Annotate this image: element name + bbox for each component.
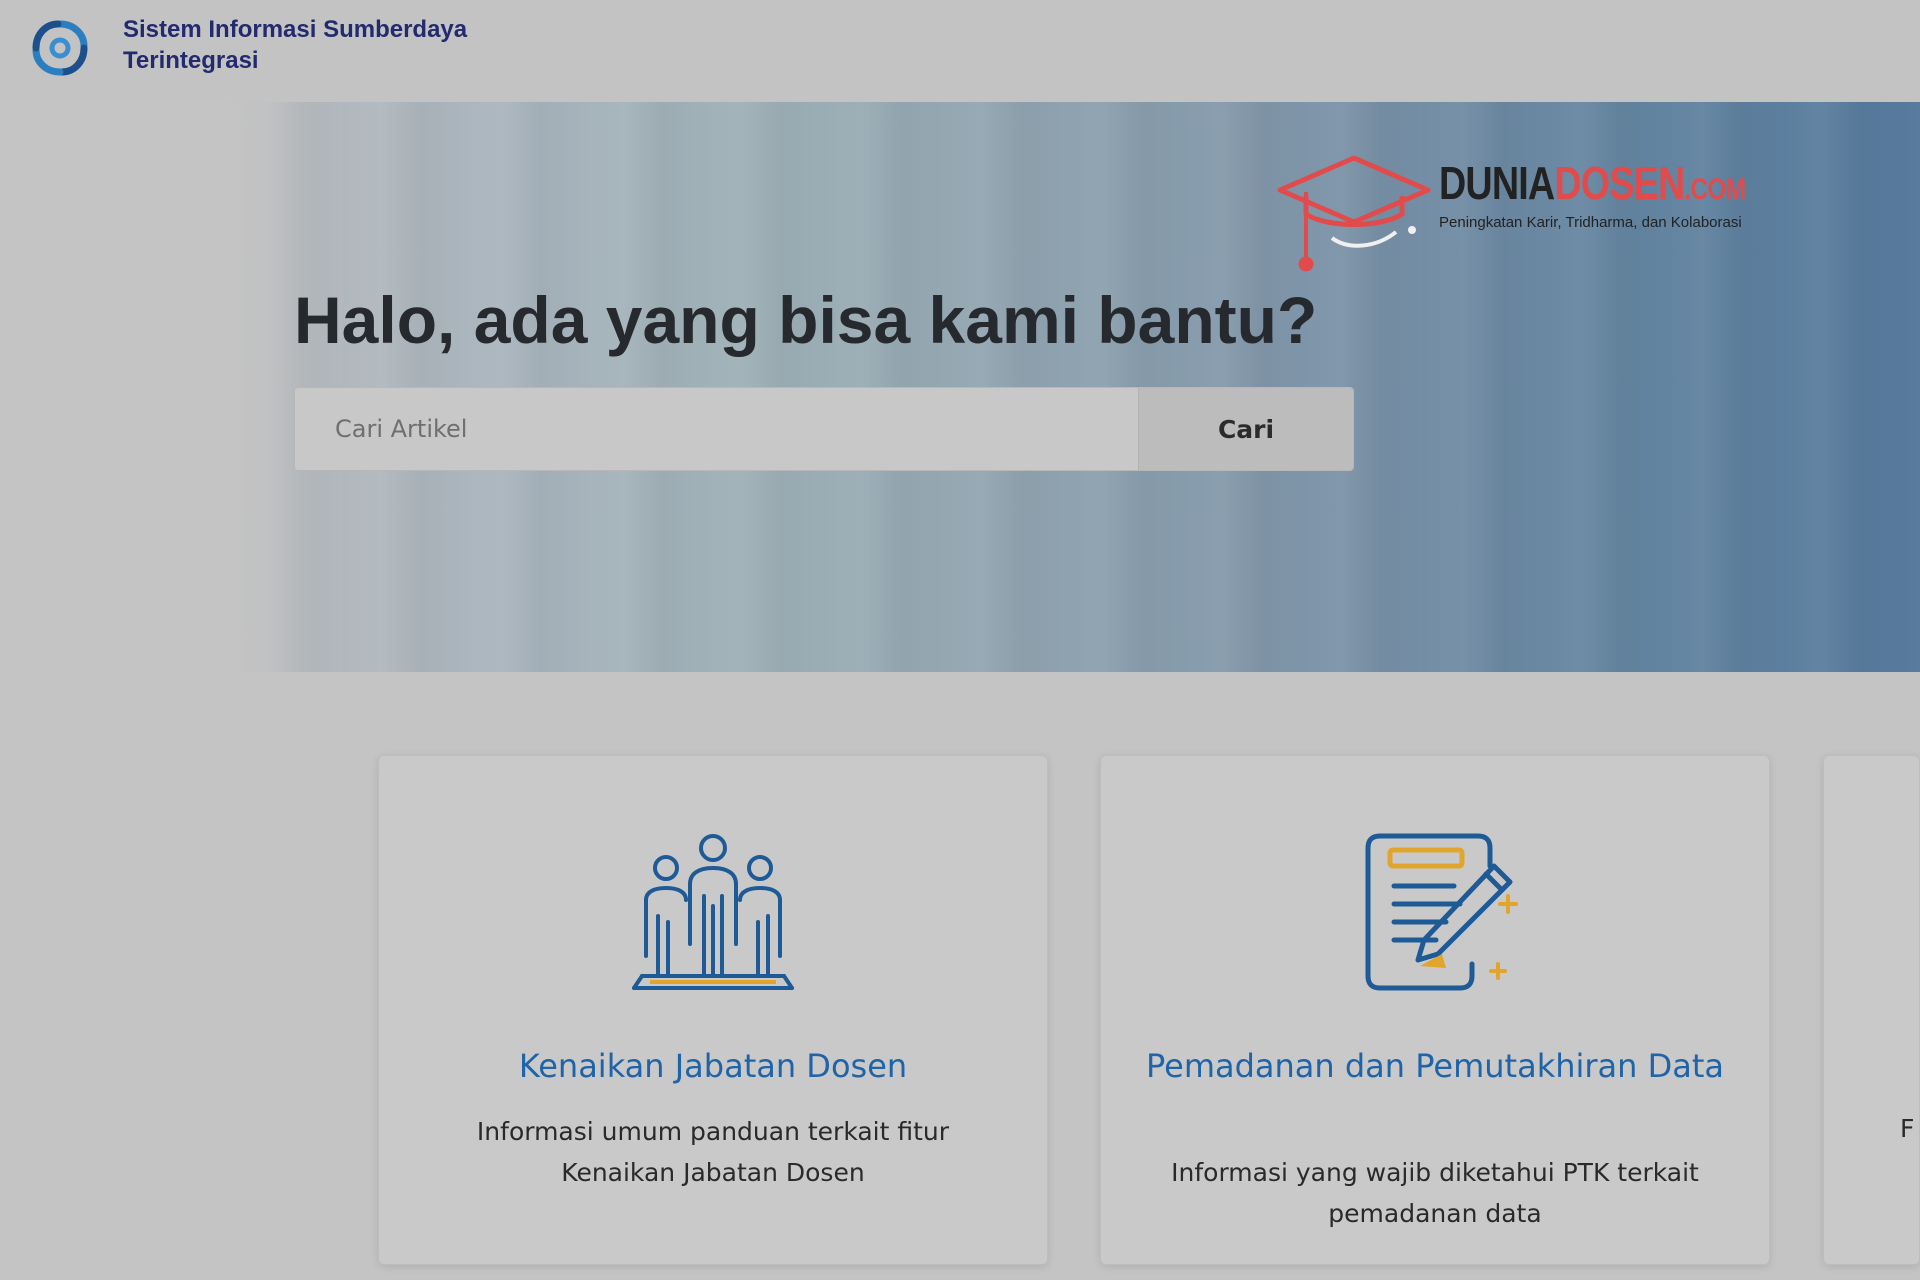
hero-title: Halo, ada yang bisa kami bantu? [294,283,1318,357]
top-navbar: Sistem Informasi Sumberdaya Terintegrasi [0,0,1920,102]
people-group-icon [632,834,794,990]
search-button[interactable]: Cari [1138,388,1353,470]
watermark-tagline: Peningkatan Karir, Tridharma, dan Kolabo… [1439,214,1742,231]
app-title-line2: Terintegrasi [123,47,259,74]
sister-swirl-logo-icon[interactable] [28,16,92,80]
app-title-line1: Sistem Informasi Sumberdaya [123,16,468,43]
category-card-partial[interactable] [1823,755,1920,1265]
card-description: F [1900,1114,1915,1143]
card-title[interactable]: Kenaikan Jabatan Dosen [419,1046,1007,1087]
card-title[interactable]: Pemadanan dan Pemutakhiran Data [1141,1046,1729,1087]
card-description: Informasi yang wajib diketahui PTK terka… [1171,1158,1699,1228]
graduation-cap-icon [1277,155,1431,272]
watermark-name: DUNIADOSEN.COM [1439,157,1746,215]
category-card-kenaikan-jabatan[interactable]: Kenaikan Jabatan Dosen Informasi umum pa… [378,755,1048,1265]
watermark-logo: DUNIADOSEN.COM Peningkatan Karir, Tridha… [1276,152,1786,272]
card-description: Informasi umum panduan terkait fitur Ken… [476,1117,950,1187]
search-input[interactable] [295,388,1138,470]
watermark-name-part1: DUNIA [1439,157,1555,209]
watermark-name-part2: DOSEN [1554,157,1685,209]
app-title[interactable]: Sistem Informasi Sumberdaya Terintegrasi [123,14,467,76]
document-edit-icon [1365,833,1518,991]
search-bar: Cari [294,387,1354,471]
category-card-pemadanan-data[interactable]: Pemadanan dan Pemutakhiran Data Informas… [1100,755,1770,1265]
watermark-name-part3: .COM [1684,173,1746,206]
